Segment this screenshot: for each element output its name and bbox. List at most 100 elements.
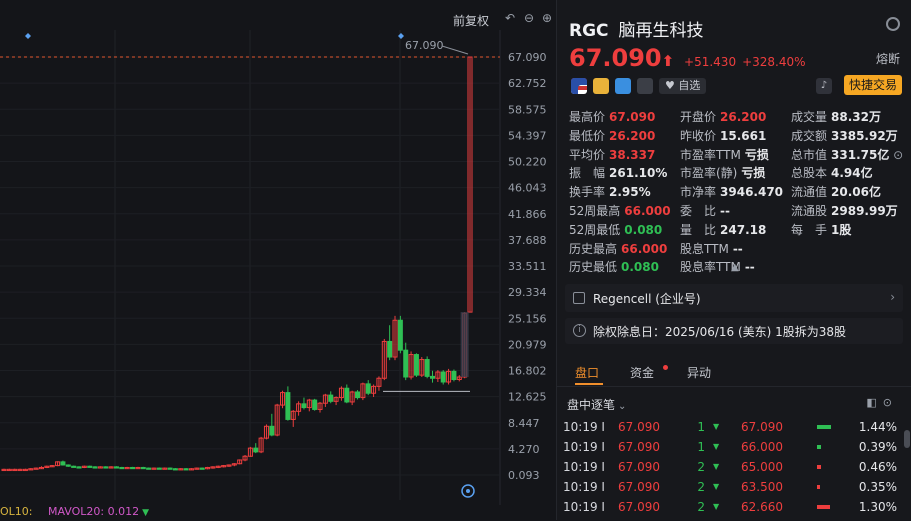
stat-item: 最高价 67.090: [569, 108, 655, 126]
stat-value: 0.080: [621, 260, 659, 275]
tick-list-title[interactable]: 盘中逐笔 ⌄: [567, 396, 626, 413]
stat-value: 亏损: [741, 166, 766, 181]
undo-icon[interactable]: ↶: [503, 11, 517, 25]
stat-item: 历史最高 66.000: [569, 240, 667, 258]
sell-arrow-icon: ▼: [713, 442, 720, 451]
distribution-percent: 1.44%: [858, 420, 897, 434]
tag-icon[interactable]: [615, 78, 631, 94]
up-arrow-icon: ⬆: [661, 52, 675, 70]
tick-list-controls[interactable]: ◧⊙: [866, 396, 898, 409]
detail-tabs: 盘口 资金 异动: [557, 358, 911, 387]
chevron-down-icon: ⌄: [618, 401, 627, 412]
lightning-icon[interactable]: [593, 78, 609, 94]
stat-item: 总股本 4.94亿: [791, 164, 873, 182]
chart-toolbar: 前复权 ↶ ⊖ ⊕: [0, 0, 556, 30]
candle-body: [140, 466, 146, 470]
stat-label: 振 幅: [569, 166, 606, 181]
stat-item: 股息率TTM --: [680, 258, 755, 276]
stat-label: 流通股: [791, 204, 828, 218]
distribution-row: 63.500 0.35%: [733, 477, 903, 497]
stat-label: 每 手: [791, 222, 828, 237]
price-row: 67.090⬆ +51.430 +328.40%: [569, 44, 806, 72]
distribution-bar: [817, 465, 822, 469]
candle-body: [92, 466, 98, 469]
scrollbar-thumb[interactable]: [904, 430, 910, 448]
distribution-bar: [817, 505, 830, 509]
last-price: 67.090: [569, 44, 662, 72]
tab-movers[interactable]: 异动: [687, 364, 711, 381]
add-watchlist-button[interactable]: ♥ 自选: [659, 78, 707, 94]
stat-value: 20.06亿: [831, 185, 881, 200]
tab-orderbook[interactable]: 盘口: [575, 364, 599, 381]
tick-volume: 2: [697, 500, 705, 514]
gear-icon[interactable]: [886, 17, 900, 31]
quick-trade-button[interactable]: 快捷交易: [843, 75, 902, 95]
tab-funds[interactable]: 资金: [630, 364, 654, 381]
price-axis-tick: 54.397: [508, 129, 547, 142]
stat-value: 261.10%: [609, 166, 668, 181]
candle-body: [65, 464, 71, 467]
kline-chart-pane[interactable]: 67.090 62.752 58.575 54.397 50.220 46.043 41.8…: [0, 0, 556, 520]
candle-body: [76, 466, 82, 469]
candle-body: [328, 394, 334, 402]
stat-label: 历史最高: [569, 241, 618, 256]
stat-value: 4.94亿: [831, 166, 873, 181]
price-axis-tick: 8.447: [508, 417, 540, 430]
stat-label: 平均价: [569, 147, 606, 162]
note-icon[interactable]: [637, 78, 653, 94]
current-price-label: 67.090: [508, 51, 547, 64]
stat-item: 股息TTM --: [680, 240, 743, 258]
stat-value: 3385.92万: [831, 128, 898, 143]
stat-value: 38.337: [609, 147, 656, 162]
distribution-percent: 1.30%: [858, 500, 897, 514]
stat-value: 247.18: [720, 222, 767, 237]
stat-label: 开盘价: [680, 110, 717, 124]
distribution-price: 65.000: [741, 460, 783, 474]
collapse-caret-icon[interactable]: ▲: [731, 262, 739, 273]
badge-row: ♥ 自选: [571, 78, 707, 96]
stat-value: 331.75亿: [831, 147, 890, 162]
stat-label: 成交量: [791, 110, 828, 124]
stat-value: 15.661: [720, 128, 767, 143]
stat-item: 委 比 --: [680, 202, 730, 220]
tick-price: 67.090: [618, 500, 660, 514]
stat-item: 振 幅 261.10%: [569, 164, 667, 182]
candle-body: [119, 466, 125, 470]
stat-item: 每 手 1股: [791, 221, 851, 239]
stat-item: 昨收价 15.661: [680, 127, 766, 145]
vol10-label: OL10:: [0, 505, 33, 518]
stat-value: --: [720, 204, 730, 218]
stat-label: 总市值: [791, 147, 828, 162]
candlestick-chart[interactable]: 67.090 62.752 58.575 54.397 50.220 46.043 41.8…: [0, 0, 556, 520]
stat-item: 最低价 26.200: [569, 127, 655, 145]
distribution-percent: 0.46%: [858, 460, 897, 474]
stat-item: 换手率 2.95%: [569, 183, 651, 201]
price-axis-tick: 46.043: [508, 182, 547, 195]
more-icon[interactable]: ⊙: [889, 148, 903, 162]
stat-label: 成交额: [791, 128, 828, 143]
price-axis-tick: 50.220: [508, 156, 547, 169]
candle-body: [156, 467, 162, 470]
candle-body: [71, 465, 77, 468]
stat-item: 平均价 38.337: [569, 146, 655, 164]
stat-value: 2.95%: [609, 185, 651, 200]
zoom-out-icon[interactable]: ⊖: [522, 11, 536, 25]
stat-label: 历史最低: [569, 260, 618, 275]
stat-item: 成交额 3385.92万: [791, 127, 898, 145]
company-account-row[interactable]: Regencell (企业号) ›: [565, 284, 903, 312]
candle-body: [344, 387, 350, 403]
distribution-percent: 0.39%: [858, 440, 897, 454]
stat-item: 总市值 331.75亿 ⊙: [791, 146, 903, 164]
stat-item: 量 比 247.18: [680, 221, 766, 239]
trading-status: 熔断: [875, 52, 900, 66]
distribution-price: 63.500: [741, 480, 783, 494]
zoom-in-icon[interactable]: ⊕: [540, 11, 554, 25]
distribution-row: 66.000 0.39%: [733, 437, 903, 457]
candle-body: [413, 354, 419, 376]
stat-value: 0.080: [624, 222, 663, 237]
candle-body: [146, 467, 152, 470]
adjust-mode-label[interactable]: 前复权: [453, 12, 489, 29]
tick-price: 67.090: [618, 440, 660, 454]
stat-label: 总股本: [791, 166, 828, 181]
bell-icon[interactable]: ♪: [816, 78, 832, 94]
